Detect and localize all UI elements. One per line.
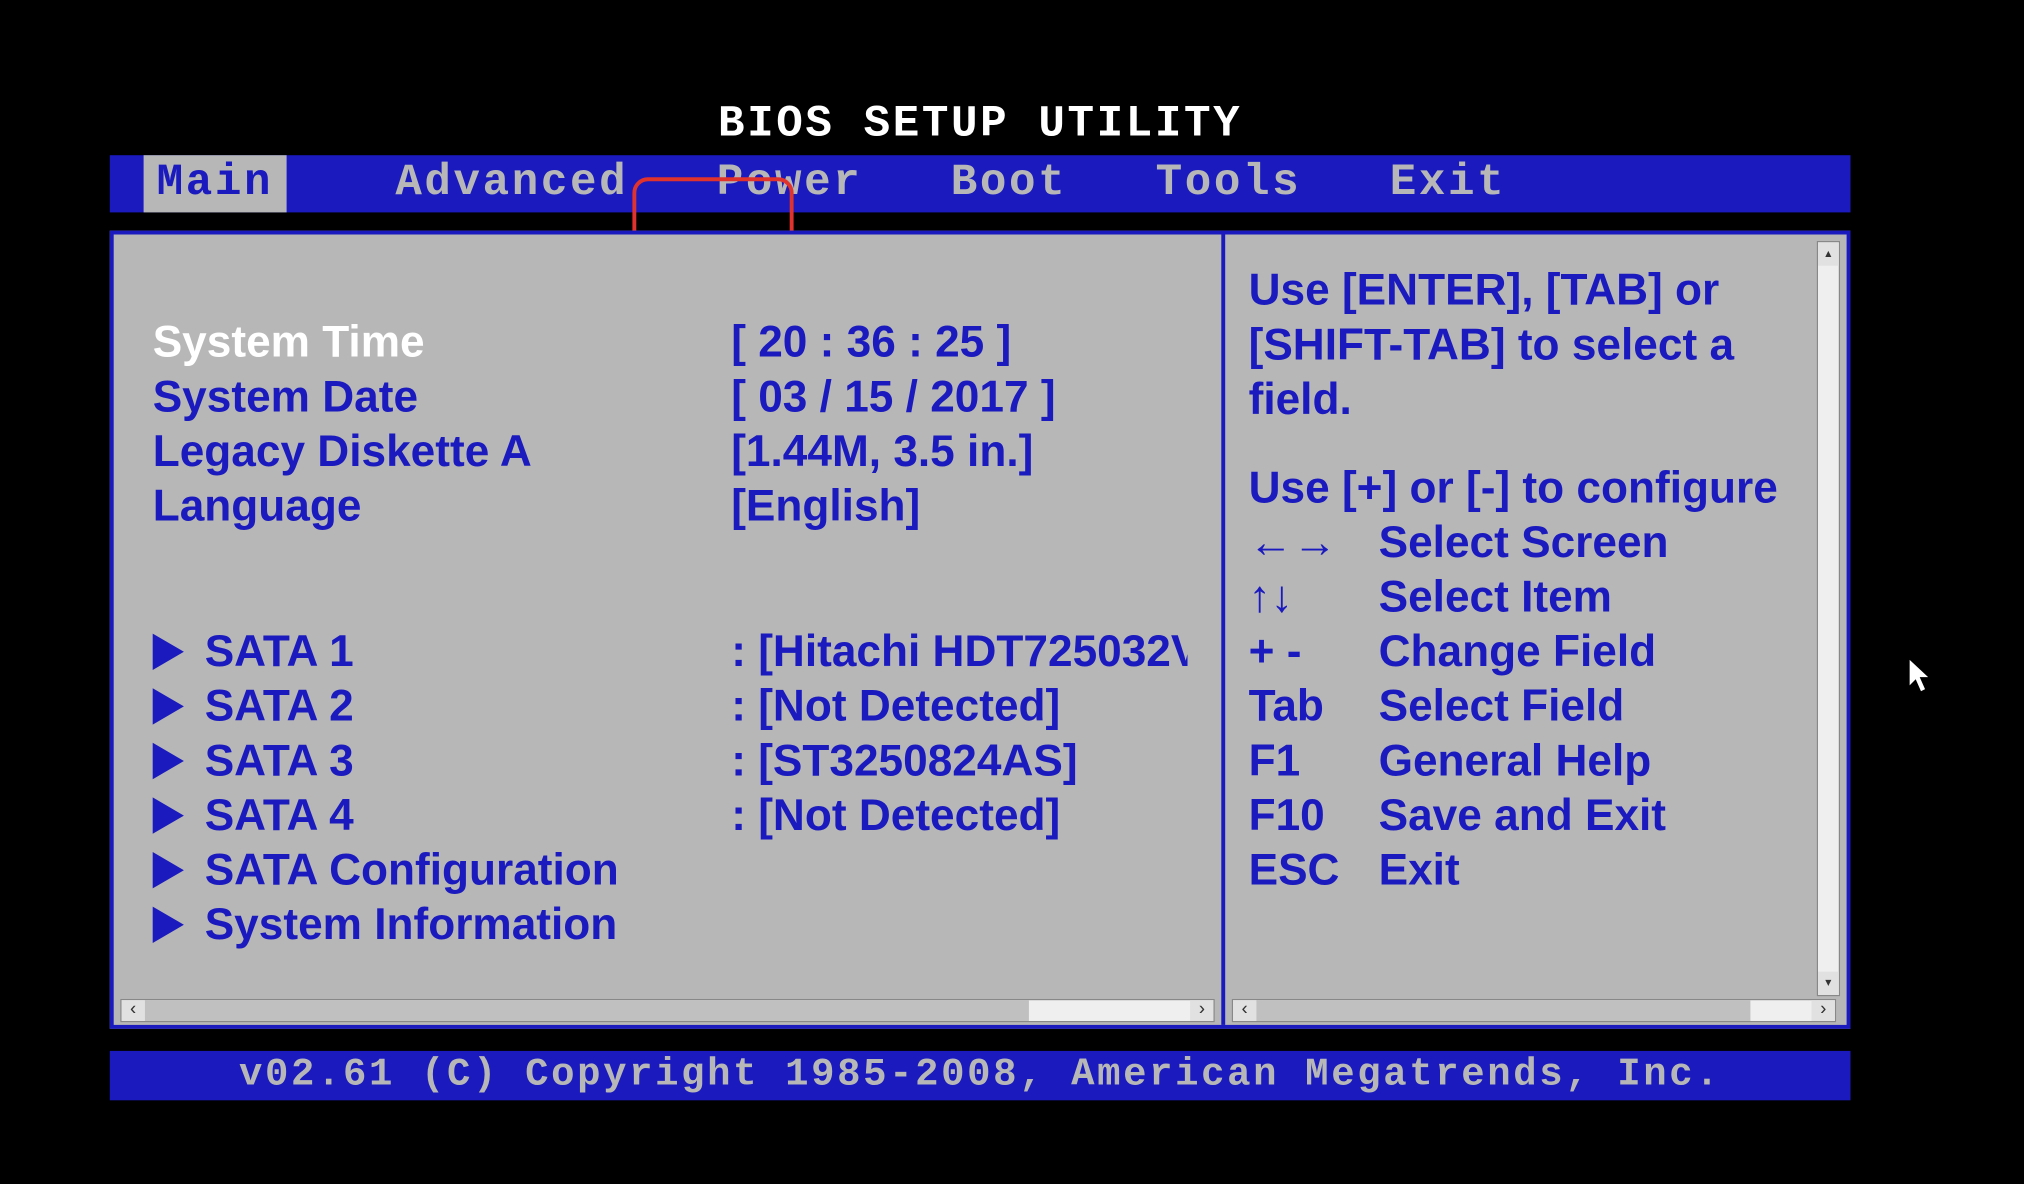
scroll-right-icon[interactable]: › (1190, 1000, 1213, 1021)
help-line: field. (1249, 372, 1809, 427)
field-diskette-a[interactable]: Legacy Diskette A [1.44M, 3.5 in.] (153, 424, 1188, 479)
key-desc: Exit (1379, 843, 1809, 898)
key-desc: Select Field (1379, 679, 1809, 734)
field-label: Legacy Diskette A (153, 424, 732, 479)
submenu-label: SATA 2 (205, 679, 732, 734)
help-line: Use [ENTER], [TAB] or (1249, 263, 1809, 318)
bios-screen: BIOS SETUP UTILITY Main Advanced Power B… (55, 56, 1969, 1127)
key-hint-select-screen: ←→ Select Screen (1249, 515, 1809, 570)
submenu-value: : [Hitachi HDT725032V (731, 625, 1187, 680)
key-desc: Save and Exit (1379, 788, 1809, 843)
menu-bar: Main Advanced Power Boot Tools Exit (110, 155, 1851, 212)
left-horizontal-scrollbar[interactable]: ‹ › (120, 999, 1215, 1022)
right-horizontal-scrollbar[interactable]: ‹ › (1232, 999, 1837, 1022)
key-combo: F10 (1249, 788, 1379, 843)
triangle-right-icon (153, 797, 184, 833)
help-panel: ▴ ▾ Use [ENTER], [TAB] or [SHIFT-TAB] to… (1225, 235, 1843, 1025)
key-combo: F1 (1249, 734, 1379, 789)
triangle-right-icon (153, 743, 184, 779)
scroll-thumb[interactable] (1256, 1000, 1750, 1021)
key-hint-select-field: Tab Select Field (1249, 679, 1809, 734)
triangle-right-icon (153, 852, 184, 888)
field-label: System Time (153, 315, 732, 370)
submenu-label: SATA 3 (205, 734, 732, 789)
footer-copyright: v02.61 (C) Copyright 1985-2008, American… (110, 1051, 1851, 1100)
key-combo: + - (1249, 625, 1379, 680)
triangle-right-icon (153, 634, 184, 670)
help-text: Use [ENTER], [TAB] or [SHIFT-TAB] to sel… (1249, 263, 1809, 427)
field-value[interactable]: [ 20 : 36 : 25 ] (731, 315, 1187, 370)
scroll-thumb[interactable] (145, 1000, 1029, 1021)
submenu-label: System Information (205, 898, 618, 953)
key-combo: ESC (1249, 843, 1379, 898)
submenu-label: SATA Configuration (205, 843, 619, 898)
key-desc: Change Field (1379, 625, 1809, 680)
tab-advanced[interactable]: Advanced (351, 155, 672, 212)
submenu-sata-1[interactable]: SATA 1 : [Hitachi HDT725032V (153, 625, 1188, 680)
panels: System Time [ 20 : 36 : 25 ] System Date… (110, 231, 1851, 1029)
submenu-label: SATA 4 (205, 788, 732, 843)
submenu-system-information[interactable]: System Information (153, 898, 1188, 953)
key-hint-general-help: F1 General Help (1249, 734, 1809, 789)
submenu-label: SATA 1 (205, 625, 732, 680)
help-line: Use [+] or [-] to configure (1249, 461, 1809, 516)
field-label: System Date (153, 370, 732, 425)
triangle-right-icon (153, 907, 184, 943)
submenu-sata-configuration[interactable]: SATA Configuration (153, 843, 1188, 898)
tab-exit[interactable]: Exit (1346, 155, 1551, 212)
settings-panel: System Time [ 20 : 36 : 25 ] System Date… (114, 235, 1226, 1025)
submenu-value: : [Not Detected] (731, 788, 1187, 843)
key-combo: ←→ (1249, 515, 1379, 570)
field-system-time[interactable]: System Time [ 20 : 36 : 25 ] (153, 315, 1188, 370)
field-label: Language (153, 479, 732, 534)
tab-main[interactable]: Main (144, 155, 287, 212)
scroll-left-icon[interactable]: ‹ (1233, 1000, 1256, 1021)
key-desc: General Help (1379, 734, 1809, 789)
field-value[interactable]: [1.44M, 3.5 in.] (731, 424, 1187, 479)
key-desc: Select Screen (1379, 515, 1809, 570)
field-system-date[interactable]: System Date [ 03 / 15 / 2017 ] (153, 370, 1188, 425)
scroll-left-icon[interactable]: ‹ (122, 1000, 145, 1021)
key-hint-save-exit: F10 Save and Exit (1249, 788, 1809, 843)
tab-tools[interactable]: Tools (1111, 155, 1345, 212)
field-value[interactable]: [ 03 / 15 / 2017 ] (731, 370, 1187, 425)
submenu-sata-2[interactable]: SATA 2 : [Not Detected] (153, 679, 1188, 734)
triangle-right-icon (153, 688, 184, 724)
submenu-value: : [Not Detected] (731, 679, 1187, 734)
field-value[interactable]: [English] (731, 479, 1187, 534)
key-combo: Tab (1249, 679, 1379, 734)
tab-boot[interactable]: Boot (907, 155, 1112, 212)
scroll-right-icon[interactable]: › (1812, 1000, 1835, 1021)
bios-title: BIOS SETUP UTILITY (110, 95, 1851, 155)
key-hint-change-field: + - Change Field (1249, 625, 1809, 680)
key-combo: ↑↓ (1249, 570, 1379, 625)
key-hint-exit: ESC Exit (1249, 843, 1809, 898)
tab-power[interactable]: Power (673, 155, 907, 212)
key-hint-select-item: ↑↓ Select Item (1249, 570, 1809, 625)
field-language[interactable]: Language [English] (153, 479, 1188, 534)
submenu-value: : [ST3250824AS] (731, 734, 1187, 789)
help-line: [SHIFT-TAB] to select a (1249, 318, 1809, 373)
submenu-sata-4[interactable]: SATA 4 : [Not Detected] (153, 788, 1188, 843)
key-desc: Select Item (1379, 570, 1809, 625)
submenu-sata-3[interactable]: SATA 3 : [ST3250824AS] (153, 734, 1188, 789)
